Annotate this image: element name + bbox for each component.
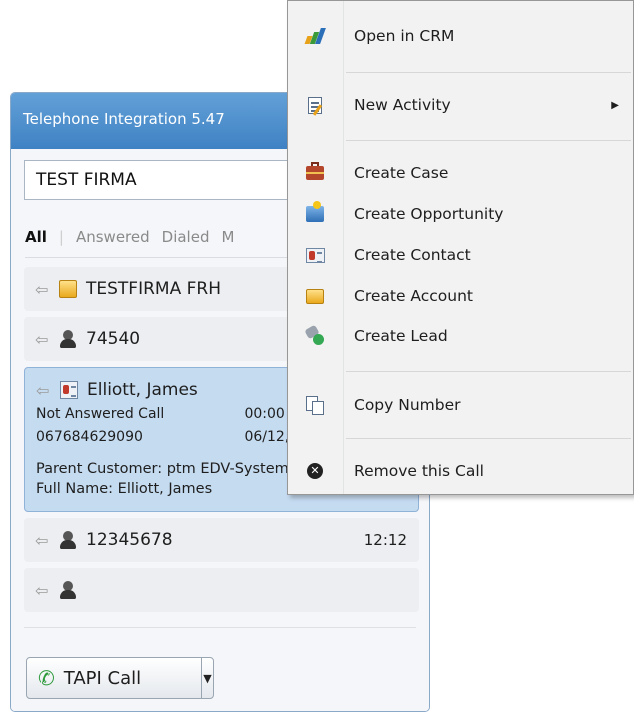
menu-item-label: Copy Number [354,396,461,414]
call-time: 12:12 [363,531,407,549]
menu-item-label: Remove this Call [354,462,484,480]
opportunity-icon [304,201,326,224]
tab-dialed[interactable]: Dialed [162,220,222,254]
menu-separator [346,371,631,372]
menu-item-label: Create Lead [354,327,448,345]
menu-item-label: Create Contact [354,246,471,264]
contact-card-icon [60,381,78,399]
account-folder-icon [59,280,77,298]
crm-logo-icon [304,26,326,46]
menu-item-remove-call[interactable]: ✕ Remove this Call [288,454,633,488]
menu-item-create-contact[interactable]: Create Contact [288,238,633,272]
incoming-arrow-icon: ⇦ [35,279,49,299]
remove-icon: ✕ [304,461,326,481]
call-status: Not Answered Call [36,406,165,422]
call-name: 12345678 [86,530,173,550]
menu-separator [346,72,631,73]
menu-item-create-account[interactable]: Create Account [288,279,633,313]
menu-separator [346,140,631,141]
dropdown-arrow-icon: ▼ [203,671,212,685]
menu-item-label: Open in CRM [354,27,455,45]
menu-item-create-lead[interactable]: Create Lead [288,319,633,353]
phone-icon: ✆ [38,666,55,690]
tab-separator: | [58,228,64,246]
contact-card-icon [304,245,326,265]
submenu-arrow-icon: ▶ [611,99,619,111]
menu-item-label: Create Account [354,287,474,305]
menu-separator [346,438,631,439]
incoming-arrow-icon: ⇦ [35,329,49,349]
incoming-arrow-icon: ⇦ [36,380,50,400]
menu-item-create-case[interactable]: Create Case [288,156,633,190]
person-icon [59,531,77,549]
person-icon [59,581,77,599]
menu-item-copy-number[interactable]: Copy Number [288,388,633,422]
tab-missed[interactable]: M [221,220,246,254]
tab-all[interactable]: All [25,220,59,254]
incoming-arrow-icon: ⇦ [35,580,49,600]
filter-tabs: All | Answered Dialed M [25,220,246,254]
notepad-icon [304,95,326,115]
menu-item-open-in-crm[interactable]: Open in CRM [288,19,633,53]
call-row-12345678[interactable]: ⇦ 12345678 12:12 [24,518,419,562]
tab-answered[interactable]: Answered [76,220,162,254]
call-duration: 00:00 [244,406,285,422]
copy-icon [304,395,326,415]
tapi-call-dropdown-button[interactable]: ▼ [202,658,213,698]
call-row-partial[interactable]: ⇦ [24,568,419,612]
bottom-divider [24,627,416,628]
window-title: Telephone Integration 5.47 [23,110,225,128]
lead-icon [304,326,326,346]
tapi-call-label: TAPI Call [63,667,142,689]
call-context-menu: Open in CRM New Activity ▶ Create Case C… [287,0,634,495]
person-icon [59,330,77,348]
tapi-call-split-button: ✆ TAPI Call ▼ [26,657,214,699]
tapi-call-button[interactable]: ✆ TAPI Call [27,658,202,698]
briefcase-icon [304,162,326,183]
call-number: 067684629090 [36,429,143,445]
menu-item-new-activity[interactable]: New Activity ▶ [288,88,633,122]
account-folder-icon [304,286,326,306]
menu-item-label: Create Case [354,164,449,182]
menu-item-label: New Activity [354,96,451,114]
menu-item-label: Create Opportunity [354,205,504,223]
menu-item-create-opportunity[interactable]: Create Opportunity [288,197,633,231]
incoming-arrow-icon: ⇦ [35,530,49,550]
call-date: 06/12, [244,429,290,445]
